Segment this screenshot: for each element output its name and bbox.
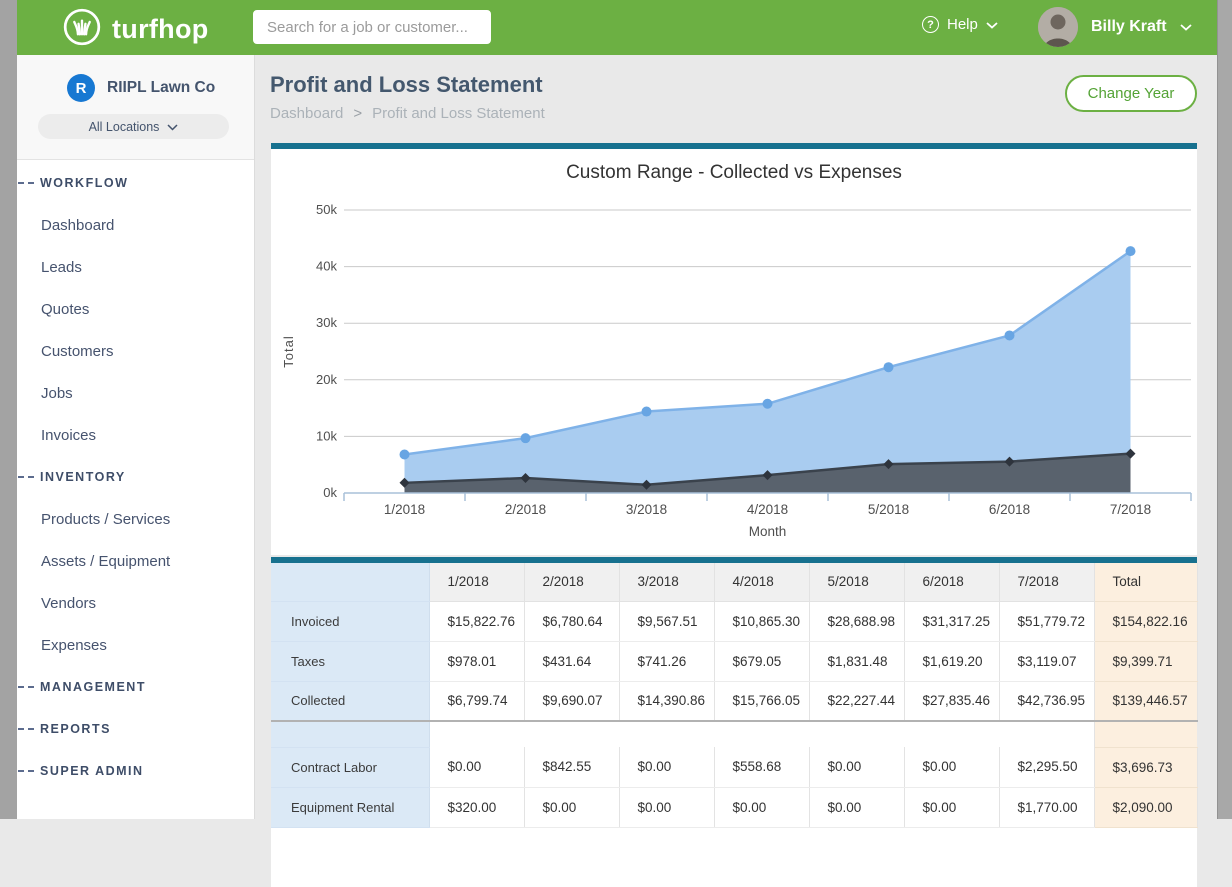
sidebar-item-invoices[interactable]: Invoices xyxy=(17,414,254,456)
svg-text:6/2018: 6/2018 xyxy=(989,502,1030,517)
help-menu[interactable]: ? Help xyxy=(922,16,998,33)
app-logo[interactable]: turfhop xyxy=(62,7,209,52)
svg-text:30k: 30k xyxy=(316,315,337,330)
svg-text:3/2018: 3/2018 xyxy=(626,502,667,517)
company-name: RIIPL Lawn Co xyxy=(107,79,215,97)
table-spacer-row xyxy=(271,721,1197,747)
sidebar-company-panel: R RIIPL Lawn Co All Locations xyxy=(17,55,254,160)
breadcrumb: Dashboard > Profit and Loss Statement xyxy=(270,105,545,122)
pl-chart-svg: 0k 10k 20k 30k 40k 50k 1/2018 2/2018 3/2018 4/201… xyxy=(271,149,1197,549)
section-dash-icon xyxy=(18,476,34,478)
svg-text:Month: Month xyxy=(749,524,787,539)
vertical-scrollbar[interactable] xyxy=(1217,0,1232,819)
page-title: Profit and Loss Statement xyxy=(270,72,543,98)
sidebar-item-products-services[interactable]: Products / Services xyxy=(17,498,254,540)
table-row-taxes: Taxes$978.01$431.64$741.26$679.05$1,831.… xyxy=(271,641,1197,681)
chart-card: Custom Range - Collected vs Expenses 0k1… xyxy=(271,143,1197,555)
app-header: turfhop ? Help Billy Kraft xyxy=(17,0,1217,55)
section-label: REPORTS xyxy=(40,722,111,736)
sidebar-section-super-admin[interactable]: SUPER ADMIN xyxy=(17,750,254,792)
section-dash-icon xyxy=(18,728,34,730)
sidebar-item-dashboard[interactable]: Dashboard xyxy=(17,204,254,246)
breadcrumb-separator: > xyxy=(353,105,362,122)
chevron-down-icon xyxy=(986,16,998,33)
sidebar-nav: WORKFLOW DashboardLeadsQuotesCustomersJob… xyxy=(17,160,254,792)
breadcrumb-dashboard[interactable]: Dashboard xyxy=(270,105,343,122)
window-left-edge xyxy=(0,0,17,819)
locations-label: All Locations xyxy=(89,120,160,134)
help-label: Help xyxy=(947,16,978,33)
breadcrumb-current: Profit and Loss Statement xyxy=(372,105,545,122)
svg-text:5/2018: 5/2018 xyxy=(868,502,909,517)
search-input[interactable] xyxy=(253,10,491,44)
help-icon: ? xyxy=(922,16,939,33)
row-label: Collected xyxy=(271,681,429,721)
row-label: Equipment Rental xyxy=(271,787,429,827)
user-name: Billy Kraft xyxy=(1091,18,1167,36)
table-row-invoiced: Invoiced$15,822.76$6,780.64$9,567.51$10,… xyxy=(271,601,1197,641)
change-year-button[interactable]: Change Year xyxy=(1065,75,1197,112)
sidebar-item-customers[interactable]: Customers xyxy=(17,330,254,372)
svg-text:Total: Total xyxy=(281,335,296,367)
company-badge-icon: R xyxy=(67,74,95,102)
sidebar-item-expenses[interactable]: Expenses xyxy=(17,624,254,666)
sidebar-item-jobs[interactable]: Jobs xyxy=(17,372,254,414)
svg-text:2/2018: 2/2018 xyxy=(505,502,546,517)
chevron-down-icon xyxy=(167,120,178,134)
table-row-equipment-rental: Equipment Rental$320.00$0.00$0.00$0.00$0… xyxy=(271,787,1197,827)
table-header-row: 1/20182/20183/20184/20185/20186/20187/20… xyxy=(271,563,1197,601)
section-label: MANAGEMENT xyxy=(40,680,146,694)
main-content: Profit and Loss Statement Dashboard > Pr… xyxy=(255,55,1217,819)
table-row-collected: Collected$6,799.74$9,690.07$14,390.86$15… xyxy=(271,681,1197,721)
sidebar-item-leads[interactable]: Leads xyxy=(17,246,254,288)
sidebar: R RIIPL Lawn Co All Locations WORKFLOW Da… xyxy=(17,55,255,819)
svg-text:10k: 10k xyxy=(316,428,337,443)
logo-text: turfhop xyxy=(112,14,209,45)
company-row[interactable]: R RIIPL Lawn Co xyxy=(67,74,215,102)
user-menu[interactable]: Billy Kraft xyxy=(1038,7,1192,47)
grass-logo-icon xyxy=(62,7,102,52)
svg-text:40k: 40k xyxy=(316,259,337,274)
sidebar-item-assets-equipment[interactable]: Assets / Equipment xyxy=(17,540,254,582)
user-avatar xyxy=(1038,7,1078,47)
svg-text:7/2018: 7/2018 xyxy=(1110,502,1151,517)
row-label: Contract Labor xyxy=(271,747,429,787)
section-label: SUPER ADMIN xyxy=(40,764,144,778)
section-label: WORKFLOW xyxy=(40,176,128,190)
section-label: INVENTORY xyxy=(40,470,126,484)
svg-text:1/2018: 1/2018 xyxy=(384,502,425,517)
sidebar-item-quotes[interactable]: Quotes xyxy=(17,288,254,330)
section-dash-icon xyxy=(18,686,34,688)
pl-table: 1/20182/20183/20184/20185/20186/20187/20… xyxy=(271,563,1198,828)
sidebar-section-reports[interactable]: REPORTS xyxy=(17,708,254,750)
svg-text:4/2018: 4/2018 xyxy=(747,502,788,517)
sidebar-section-workflow[interactable]: WORKFLOW xyxy=(17,162,254,204)
row-label: Invoiced xyxy=(271,601,429,641)
sidebar-section-inventory[interactable]: INVENTORY xyxy=(17,456,254,498)
all-locations-dropdown[interactable]: All Locations xyxy=(38,114,229,139)
sidebar-section-management[interactable]: MANAGEMENT xyxy=(17,666,254,708)
table-row-contract-labor: Contract Labor$0.00$842.55$0.00$558.68$0… xyxy=(271,747,1197,787)
svg-text:20k: 20k xyxy=(316,372,337,387)
section-dash-icon xyxy=(18,770,34,772)
section-dash-icon xyxy=(18,182,34,184)
chevron-down-icon xyxy=(1180,18,1192,36)
sidebar-item-vendors[interactable]: Vendors xyxy=(17,582,254,624)
svg-text:0k: 0k xyxy=(323,485,337,500)
svg-text:50k: 50k xyxy=(316,202,337,217)
table-card: 1/20182/20183/20184/20185/20186/20187/20… xyxy=(271,557,1197,887)
row-label: Taxes xyxy=(271,641,429,681)
